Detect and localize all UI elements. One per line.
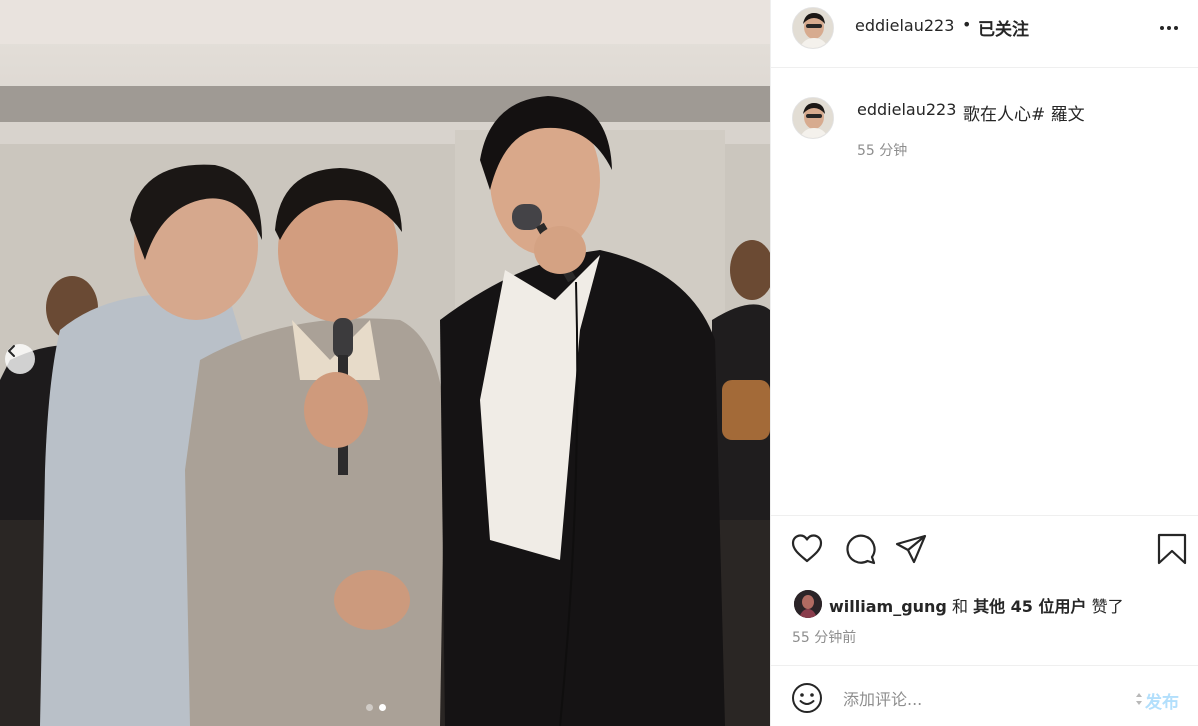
chevron-left-icon (8, 345, 15, 357)
comment-icon[interactable] (843, 532, 877, 566)
post-actions: william_gung 和 其他 45 位用户 赞了 55 分钟前 (771, 515, 1198, 665)
bookmark-icon[interactable] (1155, 532, 1189, 566)
photo-hands-waist (334, 570, 410, 630)
send-icon[interactable] (894, 532, 928, 566)
more-horizontal-icon[interactable] (1157, 16, 1181, 40)
photo-beam (0, 86, 770, 122)
header-separator: • (962, 15, 972, 34)
photo-hand-right (534, 226, 586, 274)
caption-timestamp: 55 分钟 (857, 143, 908, 159)
avatar[interactable] (792, 7, 834, 49)
photo-mic-middle (333, 318, 353, 358)
emoji-icon[interactable] (791, 682, 823, 714)
profile-picture (793, 8, 833, 48)
photo-hand-middle (304, 372, 368, 448)
add-comment-bar: 发布 (771, 665, 1198, 726)
photo-person-right-suit (440, 250, 725, 726)
comment-input[interactable] (843, 684, 1123, 714)
likes-suffix: 赞了 (1091, 597, 1124, 616)
caption-text: 歌在人心# 羅文 (963, 105, 1085, 125)
liker-avatar[interactable] (794, 590, 822, 618)
post-detail-panel: eddielau223 • 已关注 eddielau223 歌在人心# 羅文 5… (770, 0, 1198, 726)
caption-avatar[interactable] (792, 97, 834, 139)
heart-icon[interactable] (790, 532, 824, 566)
photo-mic-right (512, 204, 542, 230)
likes-others-link[interactable]: 其他 45 位用户 (973, 597, 1086, 616)
post-photo[interactable] (0, 0, 770, 726)
previous-photo-button[interactable] (5, 344, 35, 374)
caption-username[interactable]: eddielau223 (857, 100, 956, 119)
liker-username[interactable]: william_gung (829, 597, 947, 616)
resize-handle-icon (1136, 693, 1142, 705)
carousel-indicator (366, 704, 386, 711)
profile-picture (793, 98, 833, 138)
post-comment-button[interactable]: 发布 (1145, 688, 1179, 713)
post-header: eddielau223 • 已关注 (771, 0, 1198, 68)
following-button[interactable]: 已关注 (978, 15, 1029, 40)
photo-image (0, 0, 770, 726)
liker-profile-picture (794, 590, 822, 618)
carousel-dot-active (379, 704, 386, 711)
likes-summary: william_gung 和 其他 45 位用户 赞了 (829, 593, 1124, 617)
photo-guitar (722, 380, 770, 440)
likes-joiner: 和 (951, 597, 968, 616)
photo-ceiling (0, 0, 770, 44)
post-timestamp[interactable]: 55 分钟前 (792, 627, 856, 647)
header-username[interactable]: eddielau223 (855, 16, 954, 35)
carousel-dot (366, 704, 373, 711)
